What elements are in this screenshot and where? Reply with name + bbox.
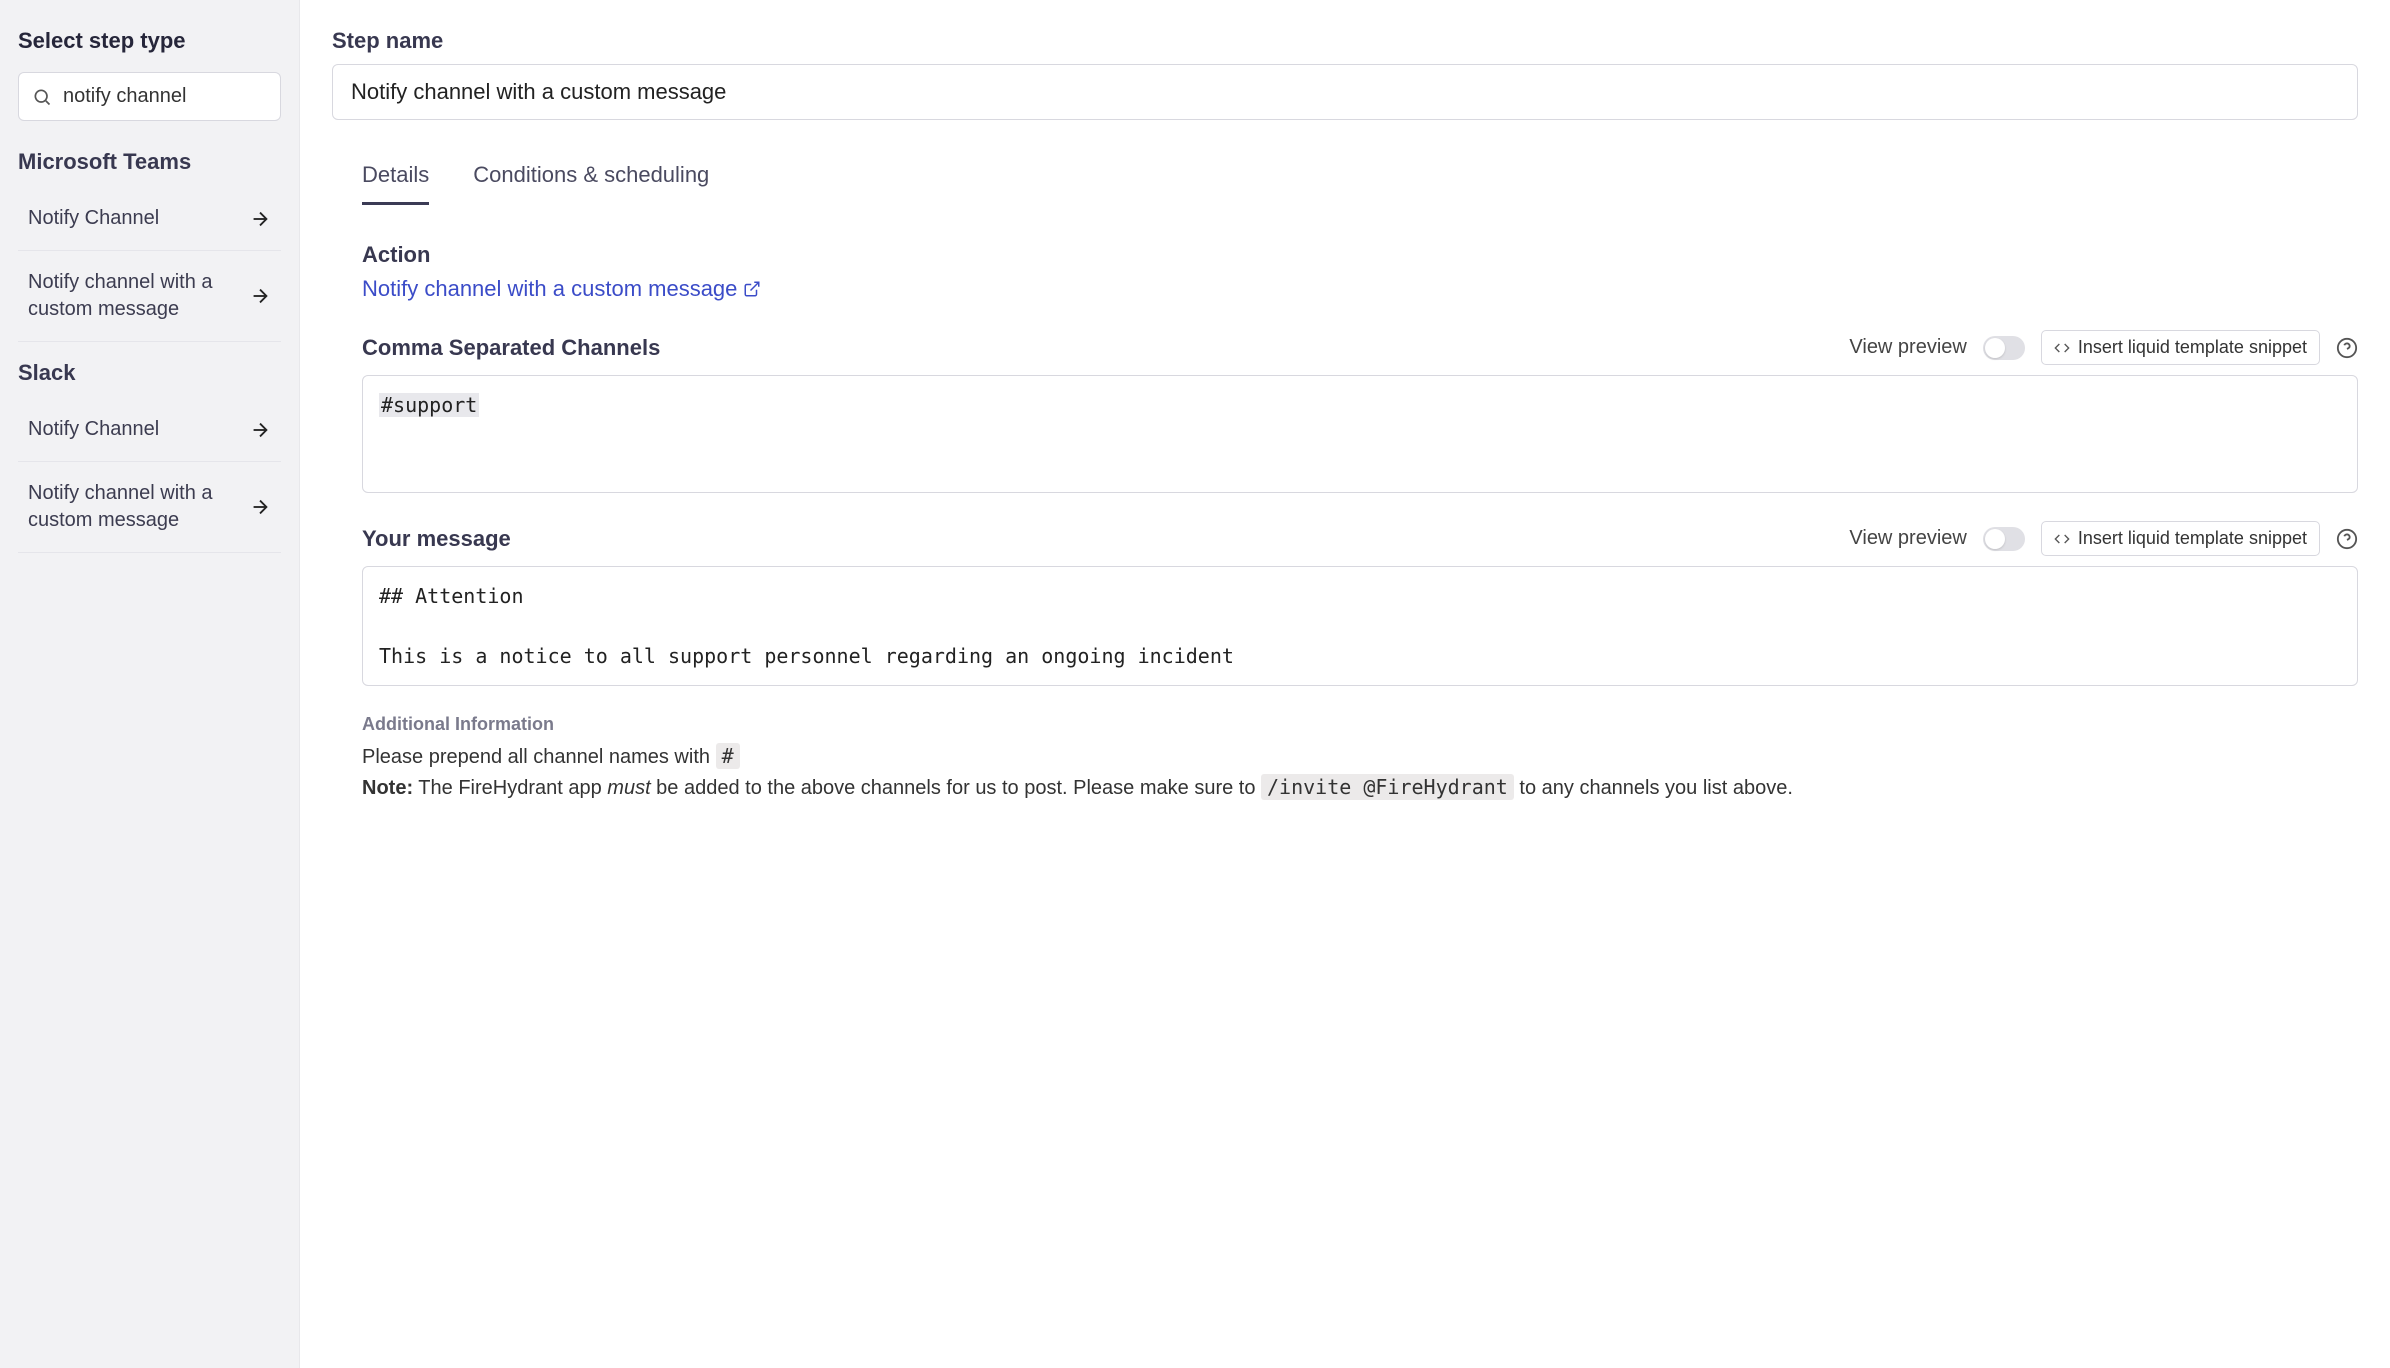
addl-line2-em: must [607,777,650,799]
help-icon[interactable] [2336,337,2358,359]
step-name-label: Step name [332,28,2358,54]
additional-info-body: Please prepend all channel names with # … [362,741,2358,803]
step-name-input[interactable] [332,64,2358,120]
sidebar-item-notify-channel[interactable]: Notify Channel [18,187,281,251]
arrow-right-icon [249,285,271,307]
search-box [18,72,281,121]
channels-preview-toggle[interactable] [1983,336,2025,360]
view-preview-label: View preview [1849,336,1966,359]
arrow-right-icon [249,208,271,230]
addl-line2-post: to any channels you list above. [1514,777,1793,799]
action-link[interactable]: Notify channel with a custom message [362,276,761,302]
step-list-slack: Notify Channel Notify channel with a cus… [18,398,281,553]
channels-snippet-button[interactable]: Insert liquid template snippet [2041,330,2320,365]
channels-tools: View preview Insert liquid template snip… [1849,330,2358,365]
channels-textarea[interactable]: #support [362,375,2358,493]
sidebar-item-label: Notify channel with a custom message [28,269,249,323]
message-field-row: Your message View preview Insert liquid … [362,521,2358,556]
main-content: Step name Details Conditions & schedulin… [300,0,2390,1368]
additional-info-title: Additional Information [362,714,2358,735]
search-icon [32,87,52,107]
message-textarea[interactable]: ## Attention This is a notice to all sup… [362,566,2358,686]
tab-details[interactable]: Details [362,148,429,205]
message-tools: View preview Insert liquid template snip… [1849,521,2358,556]
arrow-right-icon [249,496,271,518]
action-heading: Action [362,242,2358,268]
addl-line1-pre: Please prepend all channel names with [362,746,716,768]
snippet-button-label: Insert liquid template snippet [2078,528,2307,549]
addl-line2-mid: be added to the above channels for us to… [651,777,1261,799]
addl-line2-pre: The FireHydrant app [413,777,607,799]
help-icon[interactable] [2336,528,2358,550]
code-icon [2054,531,2070,547]
addl-line1-code: # [716,743,740,769]
channels-value: #support [379,393,479,417]
sidebar-item-notify-channel-custom[interactable]: Notify channel with a custom message [18,251,281,342]
sidebar-title: Select step type [18,28,281,54]
message-snippet-button[interactable]: Insert liquid template snippet [2041,521,2320,556]
sidebar-category-slack: Slack [18,360,281,386]
view-preview-label: View preview [1849,527,1966,550]
details-panel: Action Notify channel with a custom mess… [332,242,2358,803]
snippet-button-label: Insert liquid template snippet [2078,337,2307,358]
channels-field-row: Comma Separated Channels View preview In… [362,330,2358,365]
tabs: Details Conditions & scheduling [332,148,2358,206]
channels-heading: Comma Separated Channels [362,335,660,361]
code-icon [2054,340,2070,356]
external-link-icon [743,280,761,298]
sidebar-item-notify-channel[interactable]: Notify Channel [18,398,281,462]
sidebar-item-label: Notify Channel [28,416,249,443]
step-list-ms-teams: Notify Channel Notify channel with a cus… [18,187,281,342]
sidebar-item-notify-channel-custom[interactable]: Notify channel with a custom message [18,462,281,553]
search-input[interactable] [18,72,281,121]
tab-conditions[interactable]: Conditions & scheduling [473,148,709,205]
sidebar-category-ms-teams: Microsoft Teams [18,149,281,175]
sidebar: Select step type Microsoft Teams Notify … [0,0,300,1368]
addl-note-label: Note: [362,777,413,799]
message-heading: Your message [362,526,511,552]
sidebar-item-label: Notify Channel [28,205,249,232]
sidebar-item-label: Notify channel with a custom message [28,480,249,534]
action-link-label: Notify channel with a custom message [362,276,737,302]
arrow-right-icon [249,419,271,441]
addl-line2-code: /invite @FireHydrant [1261,774,1514,800]
message-preview-toggle[interactable] [1983,527,2025,551]
